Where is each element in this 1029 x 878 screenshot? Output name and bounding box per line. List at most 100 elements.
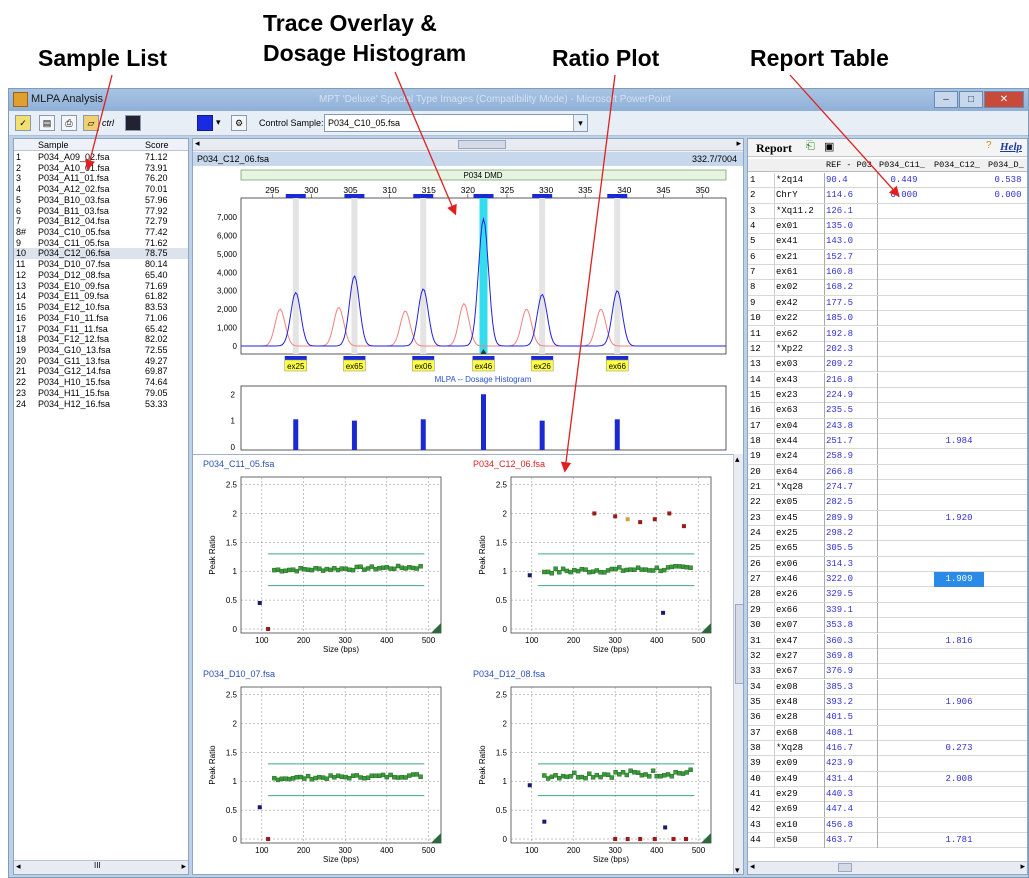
ratio-outlier-point[interactable] bbox=[625, 837, 630, 841]
report-row[interactable]: 2 ChrY 114.6 0.000 0.000 bbox=[748, 188, 1027, 204]
sample-row[interactable]: 16 P034_F10_11.fsa 71.06 bbox=[14, 313, 188, 324]
report-row[interactable]: 37 ex68 408.1 bbox=[748, 725, 1027, 741]
ratio-plot[interactable]: P034_C11_05.fsa 2.5 2 1.5 1 0.5 0 100 200 300 400 5… bbox=[203, 459, 442, 654]
trace-overlay-chart[interactable]: P034 DMD 295 300 305 310 315 320 325 330 335 340 34… bbox=[193, 166, 744, 454]
scroll-left-icon[interactable]: ◂ bbox=[750, 861, 755, 872]
report-row[interactable]: 20 ex64 266.8 bbox=[748, 464, 1027, 480]
report-row[interactable]: 4 ex01 135.0 bbox=[748, 219, 1027, 235]
bin-marker[interactable] bbox=[285, 194, 306, 198]
ratio-outlier-point[interactable] bbox=[638, 520, 643, 525]
sample-row[interactable]: 4 P034_A12_02.fsa 70.01 bbox=[14, 184, 188, 195]
bin-marker[interactable] bbox=[473, 194, 494, 198]
ratio-outlier-point[interactable] bbox=[542, 819, 547, 824]
ratio-outlier-point[interactable] bbox=[266, 627, 271, 631]
ratio-outlier-point[interactable] bbox=[527, 783, 532, 788]
sample-row[interactable]: 15 P034_E12_10.fsa 83.53 bbox=[14, 302, 188, 313]
bin-marker[interactable] bbox=[413, 194, 434, 198]
c11-column-header[interactable]: P034_C11_ bbox=[879, 159, 925, 172]
sample-row[interactable]: 11 P034_D10_07.fsa 80.14 bbox=[14, 259, 188, 270]
ratio-outlier-point[interactable] bbox=[613, 837, 618, 841]
sample-row[interactable]: 6 P034_B11_03.fsa 77.92 bbox=[14, 206, 188, 217]
report-row[interactable]: 15 ex23 224.9 bbox=[748, 387, 1027, 404]
sample-row[interactable]: 10 P034_C12_06.fsa 78.75 bbox=[14, 248, 188, 260]
trace-scroll-thumb[interactable] bbox=[458, 140, 506, 149]
report-row[interactable]: 3 *Xq11.2 126.1 bbox=[748, 203, 1027, 219]
scroll-left-icon[interactable]: ◂ bbox=[16, 861, 21, 872]
report-row[interactable]: 14 ex43 216.8 bbox=[748, 372, 1027, 388]
report-row[interactable]: 31 ex47 360.3 1.816 bbox=[748, 633, 1027, 649]
sample-row[interactable]: 18 P034_F12_12.fsa 82.02 bbox=[14, 334, 188, 345]
report-row[interactable]: 30 ex07 353.8 bbox=[748, 618, 1027, 634]
report-row[interactable]: 33 ex67 376.9 bbox=[748, 664, 1027, 680]
report-scrollbar[interactable]: ◂ ▸ bbox=[748, 861, 1027, 874]
histogram-bar[interactable] bbox=[539, 420, 545, 450]
ratio-plot[interactable]: P034_C12_06.fsa 2.5 2 1.5 1 0.5 0 100 200 300 400 5… bbox=[473, 459, 712, 654]
ratio-outlier-point[interactable] bbox=[661, 610, 666, 615]
report-row[interactable]: 43 ex10 456.8 bbox=[748, 817, 1027, 833]
report-row[interactable]: 11 ex62 192.8 bbox=[748, 326, 1027, 342]
color-picker-icon[interactable] bbox=[197, 115, 213, 131]
ratio-outlier-point[interactable] bbox=[652, 837, 657, 841]
bin-marker[interactable] bbox=[344, 194, 365, 198]
ratio-outlier-point[interactable] bbox=[663, 825, 668, 830]
sample-row[interactable]: 24 P034_H12_16.fsa 53.33 bbox=[14, 399, 188, 410]
report-row[interactable]: 5 ex41 143.0 bbox=[748, 234, 1027, 250]
import-icon[interactable]: ▤ bbox=[39, 115, 55, 131]
ratio-outlier-point[interactable] bbox=[681, 524, 686, 529]
save-report-icon[interactable]: ▣ bbox=[824, 140, 834, 153]
dropdown-arrow-icon[interactable]: ▾ bbox=[573, 115, 587, 131]
sample-row[interactable]: 5 P034_B10_03.fsa 57.96 bbox=[14, 195, 188, 206]
report-row[interactable]: 34 ex08 385.3 bbox=[748, 679, 1027, 695]
report-row[interactable]: 7 ex61 160.8 bbox=[748, 265, 1027, 281]
open-project-icon[interactable]: ✓ bbox=[15, 115, 31, 131]
report-row[interactable]: 25 ex65 305.5 bbox=[748, 541, 1027, 557]
report-row[interactable]: 16 ex63 235.5 bbox=[748, 403, 1027, 419]
ratio-outlier-point[interactable] bbox=[684, 837, 688, 841]
histogram-bar[interactable] bbox=[614, 419, 620, 450]
bin-marker[interactable] bbox=[607, 194, 628, 198]
print-icon[interactable]: ⎙ bbox=[61, 115, 77, 131]
sample-row[interactable]: 13 P034_E10_09.fsa 71.69 bbox=[14, 281, 188, 292]
report-row[interactable]: 19 ex24 258.9 bbox=[748, 449, 1027, 465]
ref-column-header[interactable]: REF - P03 bbox=[826, 159, 872, 172]
report-row[interactable]: 29 ex66 339.1 bbox=[748, 602, 1027, 619]
report-scroll-thumb[interactable] bbox=[838, 863, 852, 872]
help-icon[interactable]: ? bbox=[986, 140, 992, 151]
scroll-right-icon[interactable]: ▸ bbox=[1020, 861, 1025, 872]
report-row[interactable]: 38 *Xq28 416.7 0.273 bbox=[748, 740, 1027, 757]
help-link[interactable]: Help bbox=[1000, 141, 1022, 153]
sample-row[interactable]: 12 P034_D12_08.fsa 65.40 bbox=[14, 270, 188, 281]
report-row[interactable]: 39 ex09 423.9 bbox=[748, 756, 1027, 772]
report-row[interactable]: 10 ex22 185.0 bbox=[748, 311, 1027, 327]
scroll-left-icon[interactable]: ◂ bbox=[195, 139, 200, 149]
ratio-outlier-point[interactable] bbox=[613, 514, 618, 519]
report-row[interactable]: 17 ex04 243.8 bbox=[748, 418, 1027, 434]
report-row[interactable]: 1 *2q14 90.4 0.449 0.538 bbox=[748, 173, 1027, 189]
ratio-outlier-point[interactable] bbox=[257, 601, 262, 605]
sample-row[interactable]: 22 P034_H10_15.fsa 74.64 bbox=[14, 377, 188, 388]
report-row[interactable]: 36 ex28 401.5 bbox=[748, 710, 1027, 726]
report-row[interactable]: 27 ex46 322.0 1.909 bbox=[748, 572, 1027, 588]
open-folder-icon[interactable]: ▱ bbox=[83, 115, 99, 131]
sample-row[interactable]: 23 P034_H11_15.fsa 79.05 bbox=[14, 388, 188, 399]
c12-column-header[interactable]: P034_C12_ bbox=[934, 159, 980, 172]
report-row[interactable]: 22 ex05 282.5 bbox=[748, 495, 1027, 511]
scroll-right-icon[interactable]: ▸ bbox=[736, 139, 741, 149]
settings-icon[interactable]: ⚙ bbox=[231, 115, 247, 131]
ratio-outlier-point[interactable] bbox=[652, 517, 657, 522]
report-row[interactable]: 32 ex27 369.8 bbox=[748, 648, 1027, 665]
sample-row[interactable]: 21 P034_G12_14.fsa 69.87 bbox=[14, 366, 188, 377]
sample-row[interactable]: 19 P034_G10_13.fsa 72.55 bbox=[14, 345, 188, 356]
report-row[interactable]: 40 ex49 431.4 2.008 bbox=[748, 771, 1027, 787]
sample-row[interactable]: 1 P034_A09_02.fsa 71.12 bbox=[14, 152, 188, 163]
report-row[interactable]: 41 ex29 440.3 bbox=[748, 787, 1027, 803]
ratio-outlier-point[interactable] bbox=[671, 837, 676, 841]
report-row[interactable]: 26 ex06 314.3 bbox=[748, 556, 1027, 573]
sample-column-header[interactable]: Sample bbox=[38, 139, 69, 151]
minimize-button[interactable]: – bbox=[934, 91, 958, 108]
chevron-down-icon[interactable]: ▾ bbox=[216, 117, 221, 128]
histogram-bar[interactable] bbox=[420, 419, 426, 450]
report-row[interactable]: 18 ex44 251.7 1.984 bbox=[748, 433, 1027, 450]
report-row[interactable]: 28 ex26 329.5 bbox=[748, 587, 1027, 603]
sample-row[interactable]: 17 P034_F11_11.fsa 65.42 bbox=[14, 324, 188, 335]
